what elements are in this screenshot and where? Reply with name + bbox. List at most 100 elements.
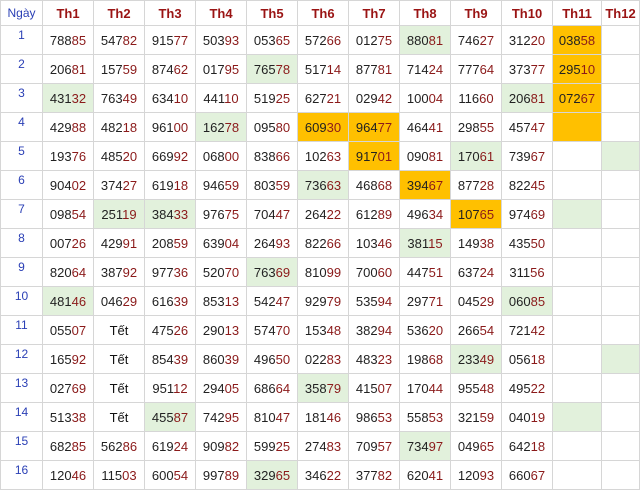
- result-cell: 23349: [450, 344, 502, 374]
- number-tail: 66: [326, 235, 342, 251]
- number-tail: 54: [71, 206, 87, 222]
- number-tail: 85: [530, 293, 546, 309]
- result-cell: 51714: [297, 54, 349, 84]
- number-lead: 206: [49, 61, 72, 77]
- number-tail: 26: [173, 322, 189, 338]
- result-cell: [552, 402, 602, 432]
- number-tail: 91: [122, 235, 138, 251]
- number-tail: 62: [173, 61, 189, 77]
- result-cell: 45587: [144, 402, 196, 432]
- number-tail: 59: [173, 235, 189, 251]
- result-cell: 26422: [297, 199, 349, 229]
- number-tail: 41: [428, 467, 444, 483]
- result-cell: 61639: [144, 286, 196, 316]
- result-cell: 37377: [501, 54, 553, 84]
- column-header-month: Th1: [42, 0, 94, 26]
- result-cell: 51338: [42, 402, 94, 432]
- number-lead: 788: [49, 32, 72, 48]
- result-cell: 18146: [297, 402, 349, 432]
- number-lead: 929: [304, 293, 327, 309]
- result-cell: 02283: [297, 344, 349, 374]
- table-row: 9 82064 38792 97736 52070 76369 81099 70060 4475…: [0, 257, 640, 287]
- result-cell: 10263: [297, 141, 349, 171]
- number-lead: 170: [457, 148, 480, 164]
- number-lead: 012: [355, 32, 378, 48]
- number-tail: 01: [377, 148, 393, 164]
- result-cell: [552, 373, 602, 403]
- result-cell: 62721: [297, 83, 349, 113]
- number-tail: 65: [479, 438, 495, 454]
- number-lead: 496: [253, 351, 276, 367]
- result-cell: 12093: [450, 460, 502, 490]
- number-lead: 820: [49, 264, 72, 280]
- number-lead: 669: [151, 148, 174, 164]
- number-lead: 068: [202, 148, 225, 164]
- result-cell: 43132: [42, 83, 94, 113]
- result-cell: [601, 54, 640, 84]
- number-tail: 47: [275, 206, 291, 222]
- number-tail: 21: [326, 90, 342, 106]
- result-cell: 70447: [246, 199, 298, 229]
- number-tail: 49: [479, 351, 495, 367]
- number-lead: 986: [355, 409, 378, 425]
- number-lead: 519: [253, 90, 276, 106]
- number-lead: 029: [355, 90, 378, 106]
- result-cell: 01795: [195, 54, 247, 84]
- number-tail: 29: [479, 293, 495, 309]
- number-lead: 686: [253, 380, 276, 396]
- number-tail: 95: [224, 409, 240, 425]
- number-lead: 264: [253, 235, 276, 251]
- day-label: 11: [0, 315, 43, 345]
- result-cell: 61918: [144, 170, 196, 200]
- result-cell: 11660: [450, 83, 502, 113]
- number-tail: 26: [71, 235, 87, 251]
- number-lead: 153: [304, 322, 327, 338]
- number-lead: 294: [202, 380, 225, 396]
- number-tail: 81: [428, 148, 444, 164]
- result-cell: [552, 170, 602, 200]
- number-tail: 85: [71, 438, 87, 454]
- result-cell: Tết: [93, 315, 145, 345]
- number-lead: 329: [253, 467, 276, 483]
- number-lead: 627: [304, 90, 327, 106]
- number-lead: 441: [203, 90, 225, 106]
- day-label: 10: [0, 286, 43, 316]
- result-cell: 77764: [450, 54, 502, 84]
- number-tail: 53: [428, 409, 444, 425]
- number-lead: 704: [253, 206, 276, 222]
- result-cell: 26654: [450, 315, 502, 345]
- number-tail: 56: [530, 264, 545, 280]
- number-lead: 951: [152, 380, 174, 396]
- number-lead: 394: [406, 177, 429, 193]
- number-lead: 810: [304, 264, 327, 280]
- result-cell: [601, 257, 640, 287]
- table-row: 5 19376 48520 66992 06800 83866 10263 91701 0908…: [0, 141, 640, 171]
- column-header-month: Th4: [195, 0, 247, 26]
- number-lead: 358: [304, 380, 327, 396]
- result-cell: 86039: [195, 344, 247, 374]
- number-lead: 600: [151, 467, 174, 483]
- number-lead: 482: [100, 119, 123, 135]
- day-label: 2: [0, 54, 43, 84]
- result-cell: 91577: [144, 25, 196, 55]
- column-header-day: Ngày: [0, 0, 43, 26]
- number-tail: 58: [580, 32, 596, 48]
- number-tail: 46: [377, 235, 393, 251]
- result-cell: 55853: [399, 402, 451, 432]
- number-tail: 13: [224, 322, 240, 338]
- result-cell: 10346: [348, 228, 400, 258]
- number-tail: 67: [428, 177, 444, 193]
- number-tail: 50: [530, 235, 546, 251]
- result-cell: 01275: [348, 25, 400, 55]
- number-tail: 04: [428, 90, 444, 106]
- number-tail: 81: [71, 61, 87, 77]
- number-lead: 298: [457, 119, 480, 135]
- number-tail: 47: [275, 293, 291, 309]
- number-tail: 00: [224, 148, 240, 164]
- number-lead: 915: [151, 32, 174, 48]
- number-lead: 997: [202, 467, 225, 483]
- number-lead: 763: [100, 90, 123, 106]
- number-tail: 77: [530, 61, 546, 77]
- number-lead: 149: [457, 235, 480, 251]
- column-header-month: Th3: [144, 0, 196, 26]
